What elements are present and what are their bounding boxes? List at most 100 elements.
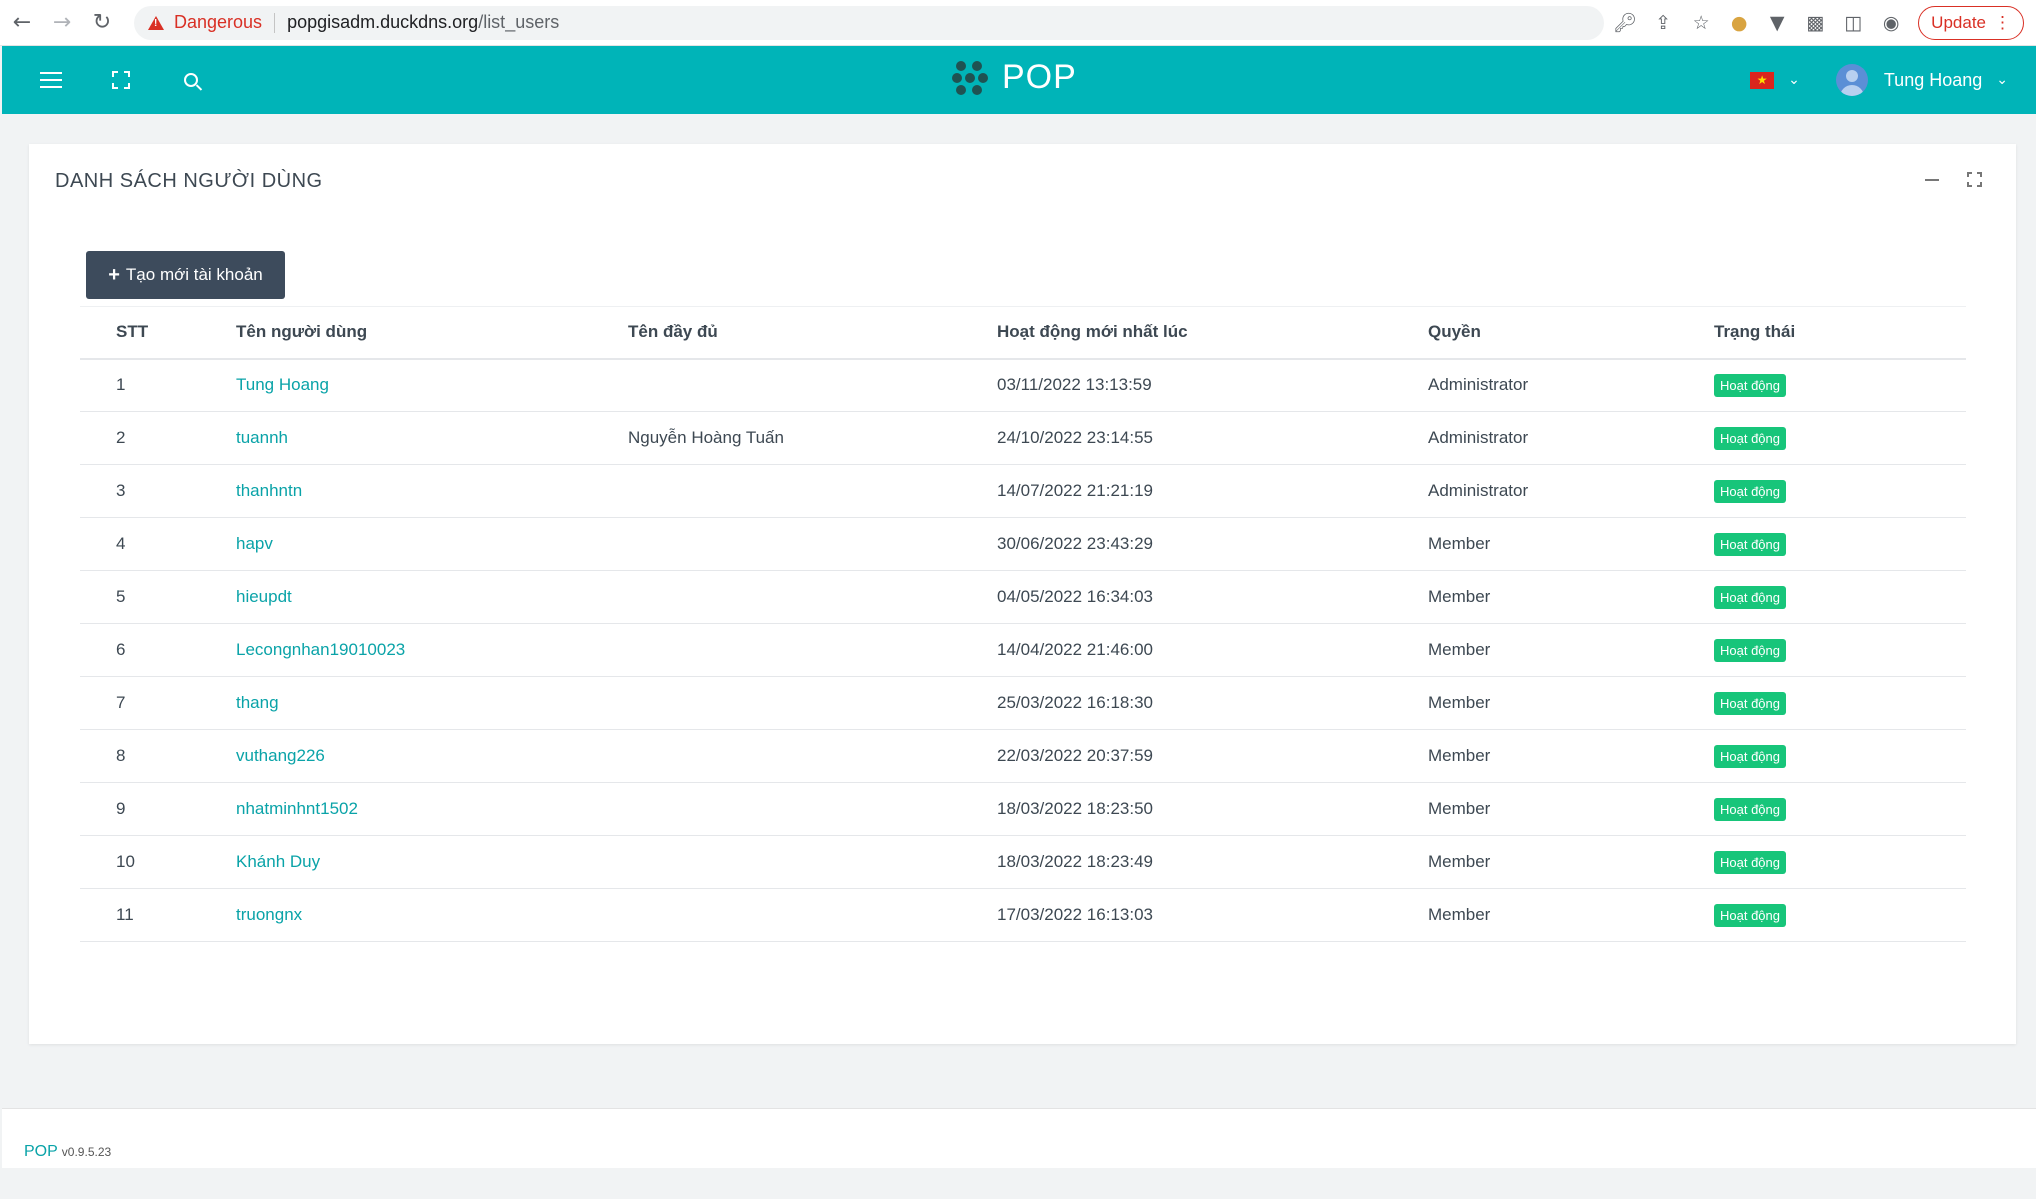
table-row: 9 nhatminhnt1502 18/03/2022 18:23:50 Member… xyxy=(80,782,1966,836)
username-link[interactable]: Khánh Duy xyxy=(236,852,320,871)
collapse-icon[interactable] xyxy=(1925,178,1939,181)
address-bar[interactable]: Dangerous popgisadm.duckdns.org/list_use… xyxy=(134,5,1604,40)
profile-icon[interactable]: ◉ xyxy=(1872,5,1910,41)
card-tools xyxy=(1925,172,1982,187)
table-row: 10 Khánh Duy 18/03/2022 18:23:49 Member Hoạt… xyxy=(80,835,1966,889)
avatar[interactable] xyxy=(1835,64,1868,96)
table-row: 4 hapv 30/06/2022 23:43:29 Member Hoạt động xyxy=(80,517,1966,571)
username-link[interactable]: tuannh xyxy=(236,428,288,447)
cell-username: thang xyxy=(236,676,628,730)
footer: POP v0.9.5.23 xyxy=(2,1108,2036,1168)
cell-status: Hoạt động xyxy=(1714,729,1966,783)
column-role[interactable]: Quyền xyxy=(1428,306,1714,360)
cell-username: Khánh Duy xyxy=(236,835,628,889)
cell-stt-text: 2 xyxy=(116,428,126,447)
chevron-down-icon[interactable]: ⌄ xyxy=(1788,72,1800,88)
status-badge: Hoạt động xyxy=(1714,850,1786,874)
cell-stt-text: 3 xyxy=(116,481,126,500)
forward-arrow-icon[interactable]: → xyxy=(44,5,80,41)
cell-role-text: Member xyxy=(1428,799,1491,818)
menu-icon[interactable] xyxy=(34,63,68,97)
url-host: popgisadm.duckdns.org xyxy=(287,12,479,32)
column-last-active[interactable]: Hoạt động mới nhất lúc xyxy=(997,306,1428,360)
cell-role-text: Member xyxy=(1428,905,1491,924)
key-icon[interactable]: 🔑︎ xyxy=(1606,5,1644,41)
status-badge: Hoạt động xyxy=(1714,691,1786,715)
table-row: 6 Lecongnhan19010023 14/04/2022 21:46:00 Me… xyxy=(80,623,1966,677)
cell-role-text: Member xyxy=(1428,640,1491,659)
cell-last-active-text: 14/04/2022 21:46:00 xyxy=(997,640,1153,659)
fullscreen-icon[interactable] xyxy=(104,63,138,97)
column-status[interactable]: Trạng thái xyxy=(1714,306,1966,360)
cell-username: tuannh xyxy=(236,411,628,465)
cell-fullname xyxy=(628,835,997,889)
back-arrow-icon[interactable]: ← xyxy=(4,5,40,41)
reload-icon[interactable]: ↻ xyxy=(84,5,120,41)
maximize-icon[interactable] xyxy=(1967,172,1982,187)
cell-role-text: Administrator xyxy=(1428,481,1529,500)
username-link[interactable]: thanhntn xyxy=(236,481,302,500)
username-link[interactable]: Tung Hoang xyxy=(236,375,329,394)
users-table: STT Tên người dùng Tên đầy đủ Hoạt động … xyxy=(80,306,1966,942)
status-badge: Hoạt động xyxy=(1714,532,1786,556)
cell-last-active: 24/10/2022 23:14:55 xyxy=(997,411,1428,465)
table-row: 1 Tung Hoang 03/11/2022 13:13:59 Administra… xyxy=(80,358,1966,412)
create-account-label: Tạo mới tài khoản xyxy=(125,265,263,284)
cell-fullname: Nguyễn Hoàng Tuấn xyxy=(628,411,997,465)
user-name[interactable]: Tung Hoang xyxy=(1884,70,1982,91)
star-icon[interactable]: ☆ xyxy=(1682,5,1720,41)
cell-stt: 5 xyxy=(80,570,236,624)
security-status[interactable]: Dangerous xyxy=(174,12,262,33)
column-fullname[interactable]: Tên đầy đủ xyxy=(628,306,997,360)
cell-fullname xyxy=(628,464,997,518)
cell-status: Hoạt động xyxy=(1714,676,1966,730)
username-link[interactable]: hapv xyxy=(236,534,273,553)
footer-brand-link[interactable]: POP xyxy=(24,1143,58,1160)
create-account-button[interactable]: + Tạo mới tài khoản xyxy=(86,251,285,299)
cell-last-active: 25/03/2022 16:18:30 xyxy=(997,676,1428,730)
cell-stt-text: 1 xyxy=(116,375,126,395)
username-link[interactable]: nhatminhnt1502 xyxy=(236,799,358,818)
table-body: 1 Tung Hoang 03/11/2022 13:13:59 Administra… xyxy=(80,358,1966,942)
column-stt[interactable]: STT xyxy=(80,306,236,360)
cookie-icon[interactable]: ● xyxy=(1720,5,1758,41)
cell-role-text: Member xyxy=(1428,534,1491,553)
search-icon[interactable] xyxy=(174,63,208,97)
brand[interactable]: POP xyxy=(952,58,1077,97)
cell-stt: 8 xyxy=(80,729,236,783)
username-link[interactable]: truongnx xyxy=(236,905,302,924)
cell-username: truongnx xyxy=(236,888,628,942)
cell-role: Member xyxy=(1428,570,1714,624)
username-link[interactable]: Lecongnhan19010023 xyxy=(236,640,405,659)
table-row: 2 tuannh Nguyễn Hoàng Tuấn 24/10/2022 23:14… xyxy=(80,411,1966,465)
cell-stt-text: 5 xyxy=(116,587,126,606)
cell-last-active-text: 24/10/2022 23:14:55 xyxy=(997,428,1153,447)
more-icon[interactable]: ⋮ xyxy=(1994,13,2011,33)
username-link[interactable]: vuthang226 xyxy=(236,746,325,765)
app-header: POP ★ ⌄ Tung Hoang ⌄ xyxy=(2,46,2036,114)
sidebar-icon[interactable]: ◫ xyxy=(1834,5,1872,41)
column-username[interactable]: Tên người dùng xyxy=(236,306,628,360)
username-link[interactable]: hieupdt xyxy=(236,587,292,606)
cell-role-text: Member xyxy=(1428,746,1491,765)
share-icon[interactable]: ⇪ xyxy=(1644,5,1682,41)
cell-username: nhatminhnt1502 xyxy=(236,782,628,836)
cell-role-text: Member xyxy=(1428,587,1491,606)
cell-fullname xyxy=(628,358,997,412)
cell-last-active: 03/11/2022 13:13:59 xyxy=(997,358,1428,412)
cell-last-active: 22/03/2022 20:37:59 xyxy=(997,729,1428,783)
chevron-down-icon[interactable]: ⌄ xyxy=(1996,72,2008,88)
cell-stt: 7 xyxy=(80,676,236,730)
update-button[interactable]: Update ⋮ xyxy=(1918,5,2024,40)
cell-last-active: 18/03/2022 18:23:49 xyxy=(997,835,1428,889)
username-link[interactable]: thang xyxy=(236,693,279,712)
vpn-icon[interactable]: ▼ xyxy=(1758,5,1796,41)
puzzle-icon[interactable]: ▩ xyxy=(1796,5,1834,41)
cell-username: Lecongnhan19010023 xyxy=(236,623,628,677)
cell-last-active: 17/03/2022 16:13:03 xyxy=(997,888,1428,942)
cell-last-active: 04/05/2022 16:34:03 xyxy=(997,570,1428,624)
vietnam-flag-icon[interactable]: ★ xyxy=(1750,71,1775,89)
user-list-card: DANH SÁCH NGƯỜI DÙNG + Tạo mới tài khoản… xyxy=(29,144,2016,1044)
cell-status: Hoạt động xyxy=(1714,570,1966,624)
cell-stt: 11 xyxy=(80,888,236,942)
